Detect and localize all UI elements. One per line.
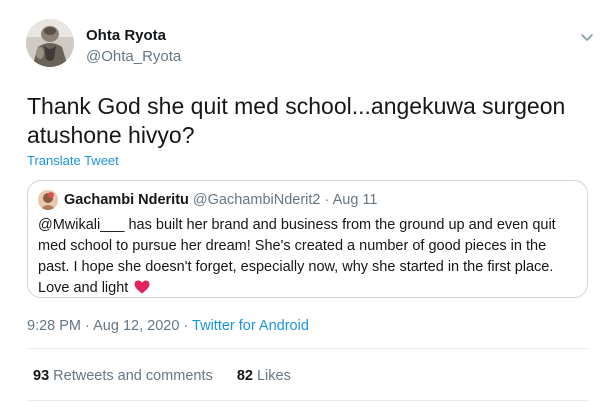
tweet-metadata: 9:28 PM · Aug 12, 2020 · Twitter for And… [27, 318, 309, 334]
retweets-stat[interactable]: 93 Retweets and comments [33, 368, 213, 384]
avatar-image [26, 19, 74, 67]
translate-tweet-link[interactable]: Translate Tweet [27, 153, 119, 168]
tweet-time[interactable]: 9:28 PM [27, 318, 81, 334]
tweet-text: Thank God she quit med school...angekuwa… [27, 93, 566, 148]
tweet-date[interactable]: Aug 12, 2020 [93, 318, 179, 334]
quoted-text: @Mwikali___ has built her brand and busi… [38, 217, 556, 296]
likes-stat[interactable]: 82 Likes [237, 368, 291, 384]
quoted-text-block: @Mwikali___ has built her brand and busi… [38, 215, 578, 299]
author-name[interactable]: Ohta Ryota [86, 27, 166, 44]
quoted-separator: · [324, 192, 330, 208]
avatar[interactable] [26, 19, 74, 67]
meta-separator: · [85, 318, 90, 334]
chevron-down-icon[interactable] [580, 30, 594, 44]
likes-label: Likes [256, 368, 291, 384]
tweet-card: Ohta Ryota @Ohta_Ryota Thank God she qui… [0, 0, 616, 412]
tweet-source-link[interactable]: Twitter for Android [192, 318, 309, 334]
heart-icon [134, 280, 150, 294]
divider [27, 400, 589, 401]
divider [27, 348, 589, 349]
tweet-stats: 93 Retweets and comments 82 Likes [33, 368, 291, 384]
quoted-avatar-image [38, 190, 58, 210]
quoted-author-handle[interactable]: @GachambiNderit2 [193, 192, 321, 208]
meta-separator: · [183, 318, 189, 334]
quoted-author-name[interactable]: Gachambi Nderitu [64, 192, 189, 208]
retweets-label: Retweets and comments [53, 368, 213, 384]
quoted-tweet[interactable]: Gachambi Nderitu @GachambiNderit2 · Aug … [27, 180, 588, 298]
quoted-avatar[interactable] [38, 190, 58, 210]
quoted-header: Gachambi Nderitu @GachambiNderit2 · Aug … [64, 192, 377, 208]
likes-count: 82 [236, 368, 253, 384]
retweets-count: 93 [33, 368, 50, 384]
quoted-date[interactable]: Aug 11 [333, 192, 378, 208]
author-handle[interactable]: @Ohta_Ryota [86, 48, 181, 65]
